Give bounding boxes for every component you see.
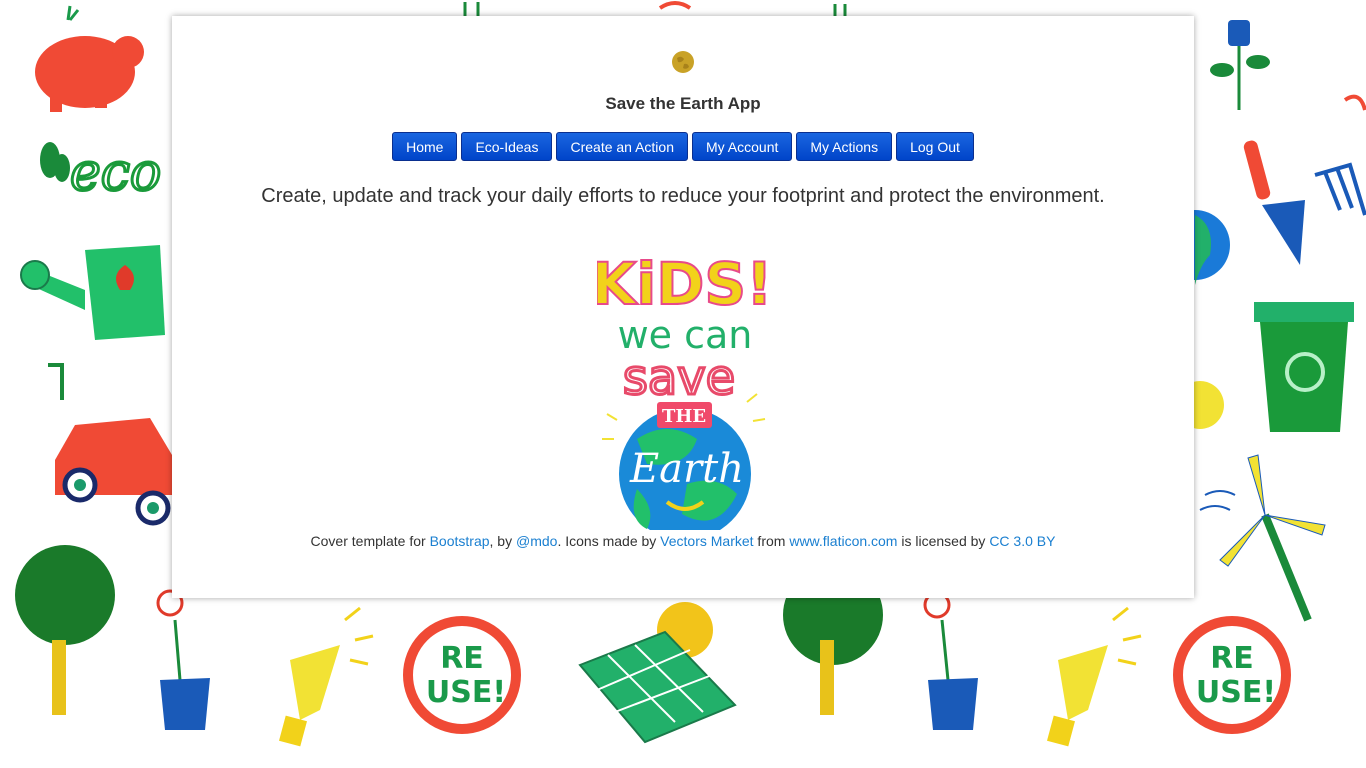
nav-log-out-button[interactable]: Log Out: [896, 132, 974, 161]
main-nav: Home Eco-Ideas Create an Action My Accou…: [172, 132, 1194, 161]
footer-licensed: is licensed by: [897, 533, 990, 549]
vectors-market-link[interactable]: Vectors Market: [660, 533, 753, 549]
nav-create-action-button[interactable]: Create an Action: [556, 132, 688, 161]
lead-text: Create, update and track your daily effo…: [261, 185, 1105, 207]
mdo-link[interactable]: @mdo: [516, 533, 557, 549]
reuse-line2: USE!: [426, 675, 506, 710]
nav-eco-ideas-button[interactable]: Eco-Ideas: [461, 132, 553, 161]
earth-logo-icon: [670, 49, 696, 75]
plug-plant-icon: [1210, 20, 1270, 110]
tree-icon: [15, 545, 115, 715]
reuse-line1: RE: [440, 641, 484, 676]
recycling-bin-icon: [1254, 302, 1354, 432]
flaticon-link[interactable]: www.flaticon.com: [789, 533, 897, 549]
hero-kids-text: KiDS!: [597, 250, 767, 318]
flower-pot-icon: [923, 591, 978, 730]
eco-text-icon: eco: [40, 142, 163, 205]
hero-earth-text: Earth: [629, 446, 744, 492]
light-bulb-icon: [1047, 606, 1142, 747]
reuse-icon: RE USE!: [1173, 616, 1291, 734]
solar-panel-icon: [578, 602, 737, 744]
hero-save-text: save: [623, 350, 735, 406]
hero-image: KiDS! we can save THE Earth: [590, 234, 774, 540]
nav-my-actions-button[interactable]: My Actions: [796, 132, 893, 161]
nav-my-account-button[interactable]: My Account: [692, 132, 793, 161]
flower-pot-icon: [156, 589, 210, 730]
nav-home-button[interactable]: Home: [392, 132, 458, 161]
app-title: Save the Earth App: [605, 94, 761, 113]
trowel-icon: [1243, 140, 1305, 265]
reuse-line2: USE!: [1196, 675, 1276, 710]
cc-license-link[interactable]: CC 3.0 BY: [989, 533, 1055, 549]
piggy-bank-icon: [35, 5, 144, 112]
main-panel: Save the Earth App Home Eco-Ideas Create…: [172, 16, 1194, 598]
footer-prefix: Cover template for: [310, 533, 430, 549]
footer-icons-text: . Icons made by: [557, 533, 661, 549]
hero-the-text: THE: [662, 406, 706, 427]
fork-icon: [1314, 162, 1366, 216]
light-bulb-icon: [279, 606, 374, 747]
watering-can-icon: [20, 245, 165, 340]
footer-credits: Cover template for Bootstrap, by @mdo. I…: [172, 533, 1194, 549]
reuse-icon: RE USE!: [403, 616, 521, 734]
eco-text: eco: [70, 143, 161, 203]
footer-by: , by: [489, 533, 516, 549]
wind-turbine-icon: [1199, 454, 1326, 622]
footer-from: from: [753, 533, 790, 549]
bootstrap-link[interactable]: Bootstrap: [430, 533, 490, 549]
electric-car-icon: [48, 363, 175, 526]
reuse-line1: RE: [1210, 641, 1254, 676]
